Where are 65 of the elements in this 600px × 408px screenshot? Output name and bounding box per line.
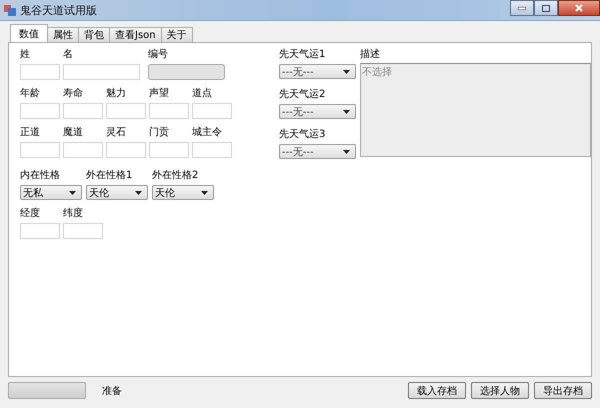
input-field[interactable] xyxy=(63,223,103,239)
input-field[interactable] xyxy=(63,64,140,80)
caret-icon xyxy=(342,150,350,154)
action-button[interactable]: 导出存档 xyxy=(534,382,592,399)
field-label: 姓 xyxy=(20,49,31,61)
field-label: 编号 xyxy=(148,49,169,61)
tab[interactable]: 背包 xyxy=(78,27,110,42)
caret-icon xyxy=(135,190,142,194)
field-label: 名 xyxy=(63,49,74,61)
field-label: 外在性格2 xyxy=(152,170,200,182)
field-label: 先天气运2 xyxy=(278,89,326,101)
dropdown[interactable]: 天伦 xyxy=(86,185,148,200)
dropdown[interactable]: 天伦 xyxy=(152,185,214,200)
input-field[interactable] xyxy=(106,142,146,158)
app-icon xyxy=(4,4,16,16)
tab[interactable]: 属性 xyxy=(47,27,79,42)
tab[interactable]: 关于 xyxy=(160,27,193,42)
action-button[interactable]: 选择人物 xyxy=(471,382,529,399)
field-label: 魅力 xyxy=(106,88,127,100)
input-field[interactable] xyxy=(192,142,232,158)
window-title: 鬼谷天道试用版 xyxy=(20,2,97,18)
input-field[interactable] xyxy=(149,142,189,158)
field-label: 魔道 xyxy=(63,127,84,139)
action-button[interactable]: 载入存档 xyxy=(408,382,466,399)
field-label: 先天气运1 xyxy=(278,49,326,61)
status-text: 准备 xyxy=(102,384,122,398)
input-field[interactable] xyxy=(20,103,60,119)
minimize-icon xyxy=(518,6,526,10)
field-label: 寿命 xyxy=(63,88,84,100)
caret-icon xyxy=(201,190,208,194)
field-label: 描述 xyxy=(360,49,381,61)
field-label: 门贡 xyxy=(149,127,170,139)
dropdown[interactable]: ---无--- xyxy=(278,64,356,79)
tab[interactable]: 查看Json xyxy=(109,27,162,42)
field-label: 外在性格1 xyxy=(86,170,134,182)
field-label: 年龄 xyxy=(20,88,41,100)
close-button[interactable] xyxy=(558,0,600,16)
maximize-button[interactable] xyxy=(534,0,558,16)
field-label: 先天气运3 xyxy=(278,129,326,141)
dropdown[interactable]: ---无--- xyxy=(278,144,356,159)
caret-icon xyxy=(342,70,350,74)
caret-icon xyxy=(342,110,350,114)
field-label: 城主令 xyxy=(192,127,223,139)
minimize-button[interactable] xyxy=(510,0,534,16)
input-field[interactable] xyxy=(20,64,60,80)
field-label: 灵石 xyxy=(106,127,127,139)
close-icon xyxy=(575,4,583,12)
dropdown[interactable]: 无私 xyxy=(20,185,82,200)
dropdown[interactable]: ---无--- xyxy=(278,104,356,119)
field-label: 道点 xyxy=(192,88,213,100)
input-field[interactable] xyxy=(63,142,103,158)
input-field[interactable] xyxy=(20,223,60,239)
field-label: 纬度 xyxy=(63,208,84,220)
field-label: 声望 xyxy=(149,88,170,100)
caret-icon xyxy=(69,190,76,194)
input-field[interactable] xyxy=(106,103,146,119)
tab[interactable]: 数值 xyxy=(10,24,48,42)
input-field[interactable] xyxy=(149,103,189,119)
field-label: 内在性格 xyxy=(20,170,61,182)
field-label: 正道 xyxy=(20,127,41,139)
input-field[interactable] xyxy=(192,103,232,119)
field-label: 经度 xyxy=(20,208,41,220)
input-field[interactable] xyxy=(20,142,60,158)
input-field[interactable] xyxy=(63,103,103,119)
maximize-icon xyxy=(542,4,550,12)
